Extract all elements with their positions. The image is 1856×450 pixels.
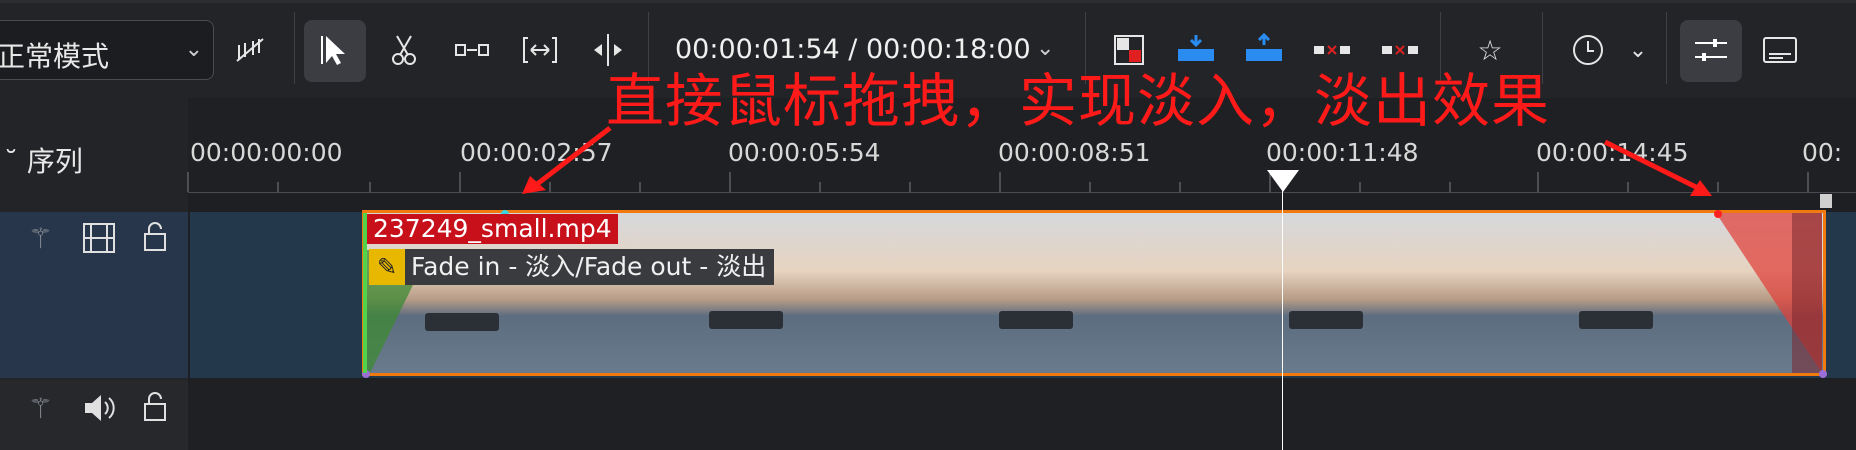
- arrow-right: [1603, 139, 1704, 193]
- playhead-handle[interactable]: [1267, 170, 1299, 192]
- fade-out-handle: [1714, 210, 1722, 218]
- magic-wand-icon: ✎: [369, 249, 405, 285]
- arrow-left: [530, 126, 612, 190]
- fade-out-edge: [1792, 213, 1822, 373]
- effect-badge[interactable]: ✎ Fade in - 淡入/Fade out - 淡出: [369, 249, 775, 285]
- clip-corner-handle: [1819, 370, 1827, 378]
- effect-label: Fade in - 淡入/Fade out - 淡出: [411, 252, 767, 281]
- clip-title: 237249_small.mp4: [367, 214, 618, 244]
- annotation-text: 直接鼠标拖拽，实现淡入，淡出效果: [606, 67, 1551, 135]
- end-marker: [1820, 194, 1832, 208]
- playhead-line[interactable]: [1282, 172, 1283, 450]
